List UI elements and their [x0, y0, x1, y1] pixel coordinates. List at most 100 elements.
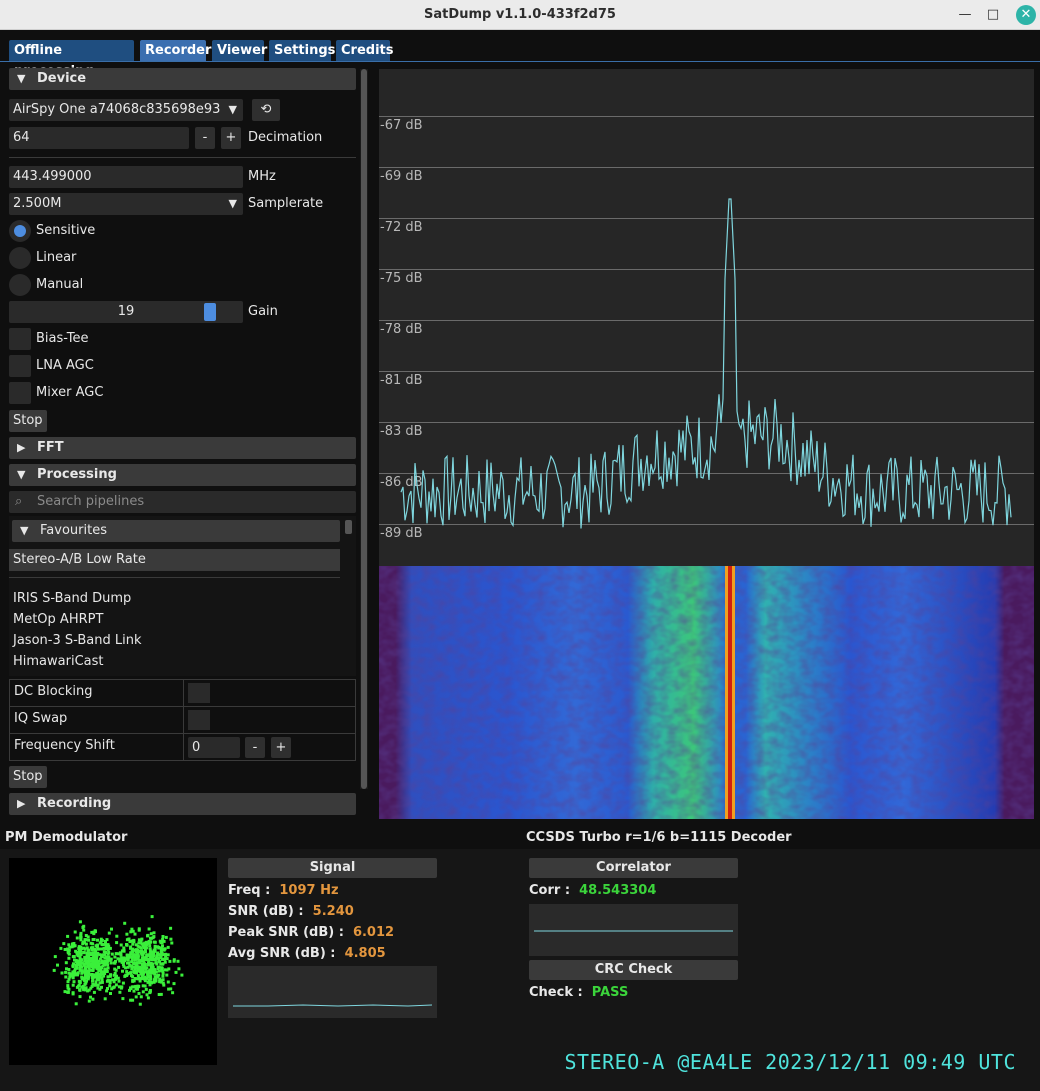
frequency-shift-minus-button[interactable]: -	[245, 737, 265, 758]
freq-value: 1097 Hz	[279, 883, 339, 898]
list-item[interactable]: HimawariCast	[13, 651, 104, 672]
correlator-header: Correlator	[529, 858, 738, 878]
snr-history-plot	[228, 966, 437, 1018]
check-label: Check :	[529, 985, 583, 1000]
avg-snr-label: Avg SNR (dB) :	[228, 946, 336, 961]
frequency-unit-label: MHz	[248, 169, 276, 184]
window-title: SatDump v1.1.0-433f2d75	[424, 7, 616, 22]
list-item-selected[interactable]: Stereo-A/B Low Rate	[9, 549, 340, 571]
waterfall-display[interactable]	[379, 566, 1034, 819]
peak-snr-label: Peak SNR (dB) :	[228, 925, 344, 940]
collapse-down-icon: ▼	[20, 524, 29, 537]
dc-blocking-checkbox[interactable]	[188, 683, 210, 703]
recorder-sidebar: ▼ Device AirSpy One a74068c835698e93 ▼ ⟲ 6…	[0, 63, 370, 821]
bias-tee-checkbox[interactable]	[9, 328, 31, 350]
recording-header-label: Recording	[37, 796, 112, 811]
device-select[interactable]: AirSpy One a74068c835698e93 ▼	[9, 99, 243, 121]
gain-mode-sensitive-label: Sensitive	[36, 223, 96, 238]
decimation-input[interactable]: 64	[9, 127, 189, 149]
crc-check-header: CRC Check	[529, 960, 738, 980]
favourites-header[interactable]: ▼ Favourites	[12, 520, 340, 542]
avg-snr-value: 4.805	[344, 946, 386, 961]
spectrum-trace	[400, 198, 1012, 529]
device-header-label: Device	[37, 71, 87, 86]
corr-label: Corr :	[529, 883, 571, 898]
correlator-history-trace	[534, 930, 733, 932]
samplerate-select[interactable]: 2.500M ▼	[9, 193, 243, 215]
freq-label: Freq :	[228, 883, 271, 898]
sidebar-scrollbar[interactable]	[360, 69, 368, 789]
maximize-icon[interactable]: □	[983, 5, 1003, 25]
dc-blocking-label: DC Blocking	[14, 684, 93, 699]
correlator-history-plot	[529, 904, 738, 956]
gain-slider[interactable]: 19	[9, 301, 243, 323]
tab-offline-processing[interactable]: Offline processing	[9, 40, 134, 79]
mixer-agc-label: Mixer AGC	[36, 385, 104, 400]
pipeline-search-placeholder: Search pipelines	[37, 494, 145, 509]
search-icon: ⌕	[15, 494, 23, 509]
decimation-label: Decimation	[248, 130, 323, 145]
decimation-minus-button[interactable]: -	[195, 127, 215, 149]
iq-swap-label: IQ Swap	[14, 711, 68, 726]
gain-mode-manual-radio[interactable]	[9, 274, 31, 296]
crc-check-readout: Check : PASS	[529, 985, 628, 1000]
gain-slider-thumb[interactable]	[204, 303, 216, 321]
recording-header[interactable]: ▶ Recording	[9, 793, 356, 815]
tab-viewer[interactable]: Viewer	[212, 40, 267, 61]
constellation-plot	[9, 858, 217, 1065]
window-titlebar: SatDump v1.1.0-433f2d75 — □ ✕	[0, 0, 1040, 30]
constellation-points	[52, 915, 184, 1006]
frequency-shift-input[interactable]: 0	[188, 737, 240, 758]
refresh-icon[interactable]: ⟲	[252, 99, 280, 121]
pipeline-search-input[interactable]: ⌕ Search pipelines	[9, 491, 356, 513]
minimize-icon[interactable]: —	[955, 5, 975, 25]
list-scrollbar[interactable]	[345, 520, 352, 534]
iq-swap-checkbox[interactable]	[188, 710, 210, 730]
scrollbar-thumb[interactable]	[361, 69, 367, 789]
decimation-plus-button[interactable]: +	[221, 127, 241, 149]
frequency-shift-label: Frequency Shift	[14, 738, 115, 753]
check-value: PASS	[591, 985, 629, 1000]
table-row: DC Blocking	[10, 680, 355, 707]
gain-mode-sensitive-radio[interactable]	[9, 220, 31, 242]
close-icon[interactable]: ✕	[1016, 5, 1036, 25]
expand-right-icon: ▶	[17, 441, 26, 454]
snr-history-trace	[233, 1004, 433, 1007]
table-row: IQ Swap	[10, 707, 355, 734]
spectrum-line	[400, 198, 1012, 529]
tab-settings[interactable]: Settings	[269, 40, 335, 61]
tab-credits[interactable]: Credits	[336, 40, 393, 61]
expand-right-icon: ▶	[17, 797, 26, 810]
pipeline-list: ▼ Favourites Stereo-A/B Low Rate IRIS S-B…	[9, 516, 356, 676]
lna-agc-label: LNA AGC	[36, 358, 94, 373]
frequency-input[interactable]: 443.499000	[9, 166, 243, 188]
gain-mode-linear-label: Linear	[36, 250, 77, 265]
lna-agc-checkbox[interactable]	[9, 355, 31, 377]
bias-tee-label: Bias-Tee	[36, 331, 89, 346]
table-row: Frequency Shift 0 - +	[10, 734, 355, 761]
waterfall-image	[379, 566, 1034, 819]
device-header[interactable]: ▼ Device	[9, 68, 356, 90]
peak-snr-value: 6.012	[352, 925, 395, 940]
fft-header-label: FFT	[37, 440, 64, 455]
list-item[interactable]: IRIS S-Band Dump	[13, 588, 131, 609]
list-item[interactable]: Jason-3 S-Band Link	[13, 630, 141, 651]
fft-header[interactable]: ▶ FFT	[9, 437, 356, 459]
mixer-agc-checkbox[interactable]	[9, 382, 31, 404]
demodulator-title: PM Demodulator	[5, 830, 128, 845]
favourites-header-label: Favourites	[40, 523, 107, 538]
station-overlay-text: STEREO-A @EA4LE 2023/12/11 09:49 UTC	[564, 1050, 1016, 1074]
divider	[9, 157, 356, 158]
list-item[interactable]: MetOp AHRPT	[13, 609, 103, 630]
frequency-shift-plus-button[interactable]: +	[271, 737, 291, 758]
snr-label: SNR (dB) :	[228, 904, 304, 919]
fft-spectrum-plot[interactable]: -67 dB -69 dB -72 dB -75 dB -78 dB -81 dB -83 …	[379, 69, 1034, 566]
avg-snr-readout: Avg SNR (dB) : 4.805	[228, 946, 386, 961]
device-stop-button[interactable]: Stop	[9, 410, 47, 432]
tab-recorder[interactable]: Recorder	[140, 40, 211, 61]
processing-stop-button[interactable]: Stop	[9, 766, 47, 788]
processing-header[interactable]: ▼ Processing	[9, 464, 356, 486]
gain-mode-linear-radio[interactable]	[9, 247, 31, 269]
snr-value: 5.240	[312, 904, 354, 919]
freq-readout: Freq : 1097 Hz	[228, 883, 339, 898]
